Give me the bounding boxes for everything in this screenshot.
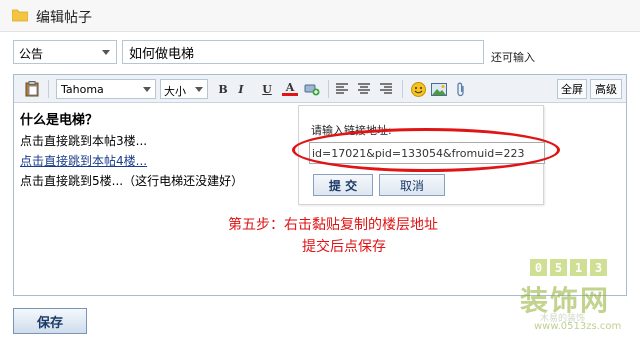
- font-color-button[interactable]: A: [282, 81, 298, 96]
- toolbar-separator: [48, 80, 49, 98]
- link-popup: 请输入链接地址: 提 交 取消: [298, 105, 545, 205]
- watermark: 0 5 1 3 装饰网 木易的装饰 www.0513zs.com: [520, 255, 640, 340]
- content-line: 点击直接跳到5楼...（这行电梯还没建好）: [20, 174, 244, 188]
- advanced-button[interactable]: 高级: [590, 79, 622, 99]
- page-title: 编辑帖子: [36, 10, 92, 26]
- font-value: Tahoma: [61, 83, 104, 96]
- folder-icon: [12, 9, 28, 22]
- fullscreen-button[interactable]: 全屏: [557, 79, 587, 99]
- submit-button[interactable]: 提 交: [313, 174, 373, 196]
- watermark-url: www.0513zs.com: [534, 321, 622, 332]
- link-insert-icon[interactable]: [304, 81, 320, 97]
- content-heading: 什么是电梯？: [20, 113, 99, 128]
- annotation-step: 第五步：右击黏贴复制的楼层地址: [228, 217, 438, 233]
- paste-icon[interactable]: [24, 81, 40, 97]
- link-url-input[interactable]: [309, 142, 545, 164]
- subject-input[interactable]: [122, 40, 484, 64]
- size-select[interactable]: 大小: [160, 79, 208, 99]
- toolbar-separator: [402, 80, 403, 98]
- category-select[interactable]: 公告: [13, 40, 117, 64]
- watermark-digit: 1: [570, 259, 587, 276]
- underline-button[interactable]: U: [259, 81, 275, 97]
- font-select[interactable]: Tahoma: [56, 79, 156, 99]
- toolbar-separator: [328, 80, 329, 98]
- content-link[interactable]: 点击直接跳到本帖4楼...: [20, 151, 243, 171]
- chevron-down-icon: [143, 87, 151, 92]
- editor-content[interactable]: 什么是电梯？ 点击直接跳到本帖3楼... 点击直接跳到本帖4楼... 点击直接跳…: [20, 111, 243, 191]
- save-button[interactable]: 保存: [13, 308, 87, 334]
- watermark-digit: 0: [530, 259, 547, 276]
- content-line: 点击直接跳到本帖3楼...: [20, 134, 148, 148]
- annotation-step-detail: 提交后点保存: [302, 239, 386, 255]
- chevron-down-icon: [195, 87, 203, 92]
- subject-hint: 还可输入: [491, 51, 535, 64]
- size-value: 大小: [164, 85, 186, 98]
- attachment-icon[interactable]: [453, 81, 469, 97]
- chevron-down-icon: [102, 50, 110, 55]
- link-url-label: 请输入链接地址:: [311, 124, 392, 137]
- watermark-digit: 5: [550, 259, 567, 276]
- cancel-button[interactable]: 取消: [379, 174, 445, 196]
- align-right-icon[interactable]: [378, 81, 394, 97]
- watermark-digits: 0 5 1 3: [530, 259, 607, 276]
- editor-toolbar: Tahoma 大小 B I U A 全屏 高级: [14, 75, 626, 103]
- align-left-icon[interactable]: [334, 81, 350, 97]
- title-bar: 编辑帖子: [0, 0, 640, 32]
- italic-button[interactable]: I: [233, 81, 249, 97]
- emoticon-icon[interactable]: [410, 81, 426, 97]
- image-icon[interactable]: [431, 81, 447, 97]
- align-center-icon[interactable]: [356, 81, 372, 97]
- category-value: 公告: [19, 47, 44, 61]
- watermark-digit: 3: [590, 259, 607, 276]
- bold-button[interactable]: B: [215, 81, 231, 97]
